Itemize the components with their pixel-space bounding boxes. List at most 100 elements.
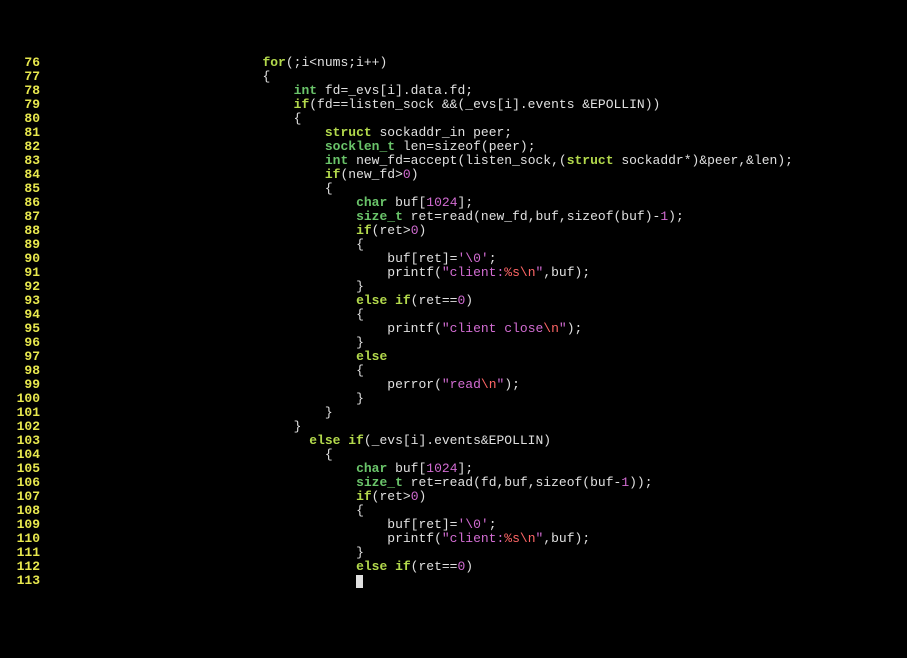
code-content[interactable]: printf("client:%s\n",buf);	[44, 532, 907, 546]
code-content[interactable]: buf[ret]='\0';	[44, 518, 907, 532]
line-number: 79	[0, 98, 44, 112]
code-content[interactable]: perror("read\n");	[44, 378, 907, 392]
code-line[interactable]: 91 printf("client:%s\n",buf);	[0, 266, 907, 280]
code-content[interactable]: struct sockaddr_in peer;	[44, 126, 907, 140]
code-content[interactable]: {	[44, 112, 907, 126]
line-number: 96	[0, 336, 44, 350]
line-number: 105	[0, 462, 44, 476]
code-content[interactable]: if(ret>0)	[44, 224, 907, 238]
code-line[interactable]: 83 int new_fd=accept(listen_sock,(struct…	[0, 154, 907, 168]
line-number: 87	[0, 210, 44, 224]
line-number: 93	[0, 294, 44, 308]
code-content[interactable]: if(new_fd>0)	[44, 168, 907, 182]
code-line[interactable]: 86 char buf[1024];	[0, 196, 907, 210]
code-content[interactable]: socklen_t len=sizeof(peer);	[44, 140, 907, 154]
code-content[interactable]: else if(_evs[i].events&EPOLLIN)	[44, 434, 907, 448]
code-line[interactable]: 110 printf("client:%s\n",buf);	[0, 532, 907, 546]
code-line[interactable]: 79 if(fd==listen_sock &&(_evs[i].events …	[0, 98, 907, 112]
line-number: 78	[0, 84, 44, 98]
code-content[interactable]: char buf[1024];	[44, 462, 907, 476]
code-content[interactable]: buf[ret]='\0';	[44, 252, 907, 266]
code-editor[interactable]: 76 for(;i<nums;i++)77 {78 int fd=_evs[i]…	[0, 56, 907, 588]
code-content[interactable]: }	[44, 406, 907, 420]
code-content[interactable]: printf("client:%s\n",buf);	[44, 266, 907, 280]
code-content[interactable]: }	[44, 336, 907, 350]
code-line[interactable]: 105 char buf[1024];	[0, 462, 907, 476]
line-number: 84	[0, 168, 44, 182]
code-line[interactable]: 112 else if(ret==0)	[0, 560, 907, 574]
code-content[interactable]: }	[44, 280, 907, 294]
code-line[interactable]: 89 {	[0, 238, 907, 252]
code-line[interactable]: 101 }	[0, 406, 907, 420]
line-number: 90	[0, 252, 44, 266]
code-line[interactable]: 107 if(ret>0)	[0, 490, 907, 504]
code-line[interactable]: 81 struct sockaddr_in peer;	[0, 126, 907, 140]
code-content[interactable]: else if(ret==0)	[44, 560, 907, 574]
line-number: 91	[0, 266, 44, 280]
code-line[interactable]: 113	[0, 574, 907, 588]
code-content[interactable]: {	[44, 182, 907, 196]
code-content[interactable]: {	[44, 238, 907, 252]
code-line[interactable]: 100 }	[0, 392, 907, 406]
code-content[interactable]: {	[44, 504, 907, 518]
code-content[interactable]: {	[44, 308, 907, 322]
line-number: 76	[0, 56, 44, 70]
code-line[interactable]: 94 {	[0, 308, 907, 322]
line-number: 81	[0, 126, 44, 140]
code-content[interactable]	[44, 574, 907, 588]
line-number: 99	[0, 378, 44, 392]
code-line[interactable]: 102 }	[0, 420, 907, 434]
line-number: 85	[0, 182, 44, 196]
code-content[interactable]: {	[44, 448, 907, 462]
cursor	[356, 575, 363, 588]
code-line[interactable]: 84 if(new_fd>0)	[0, 168, 907, 182]
code-line[interactable]: 90 buf[ret]='\0';	[0, 252, 907, 266]
code-content[interactable]: char buf[1024];	[44, 196, 907, 210]
line-number: 106	[0, 476, 44, 490]
code-line[interactable]: 106 size_t ret=read(fd,buf,sizeof(buf-1)…	[0, 476, 907, 490]
code-line[interactable]: 99 perror("read\n");	[0, 378, 907, 392]
code-line[interactable]: 104 {	[0, 448, 907, 462]
code-line[interactable]: 96 }	[0, 336, 907, 350]
code-line[interactable]: 95 printf("client close\n");	[0, 322, 907, 336]
code-line[interactable]: 88 if(ret>0)	[0, 224, 907, 238]
code-content[interactable]: size_t ret=read(fd,buf,sizeof(buf-1));	[44, 476, 907, 490]
code-line[interactable]: 82 socklen_t len=sizeof(peer);	[0, 140, 907, 154]
line-number: 104	[0, 448, 44, 462]
line-number: 112	[0, 560, 44, 574]
code-content[interactable]: if(fd==listen_sock &&(_evs[i].events &EP…	[44, 98, 907, 112]
code-content[interactable]: else if(ret==0)	[44, 294, 907, 308]
code-content[interactable]: }	[44, 546, 907, 560]
code-line[interactable]: 93 else if(ret==0)	[0, 294, 907, 308]
line-number: 110	[0, 532, 44, 546]
code-content[interactable]: {	[44, 364, 907, 378]
line-number: 113	[0, 574, 44, 588]
code-content[interactable]: {	[44, 70, 907, 84]
code-line[interactable]: 85 {	[0, 182, 907, 196]
code-line[interactable]: 80 {	[0, 112, 907, 126]
code-content[interactable]: size_t ret=read(new_fd,buf,sizeof(buf)-1…	[44, 210, 907, 224]
line-number: 95	[0, 322, 44, 336]
code-line[interactable]: 111 }	[0, 546, 907, 560]
code-content[interactable]: int fd=_evs[i].data.fd;	[44, 84, 907, 98]
code-content[interactable]: printf("client close\n");	[44, 322, 907, 336]
line-number: 92	[0, 280, 44, 294]
code-content[interactable]: if(ret>0)	[44, 490, 907, 504]
code-line[interactable]: 108 {	[0, 504, 907, 518]
line-number: 94	[0, 308, 44, 322]
code-content[interactable]: }	[44, 420, 907, 434]
code-content[interactable]: }	[44, 392, 907, 406]
code-line[interactable]: 103 else if(_evs[i].events&EPOLLIN)	[0, 434, 907, 448]
code-content[interactable]: int new_fd=accept(listen_sock,(struct so…	[44, 154, 907, 168]
code-line[interactable]: 98 {	[0, 364, 907, 378]
code-line[interactable]: 77 {	[0, 70, 907, 84]
code-line[interactable]: 87 size_t ret=read(new_fd,buf,sizeof(buf…	[0, 210, 907, 224]
code-line[interactable]: 92 }	[0, 280, 907, 294]
line-number: 83	[0, 154, 44, 168]
code-line[interactable]: 109 buf[ret]='\0';	[0, 518, 907, 532]
code-line[interactable]: 76 for(;i<nums;i++)	[0, 56, 907, 70]
code-line[interactable]: 78 int fd=_evs[i].data.fd;	[0, 84, 907, 98]
code-content[interactable]: else	[44, 350, 907, 364]
code-line[interactable]: 97 else	[0, 350, 907, 364]
code-content[interactable]: for(;i<nums;i++)	[44, 56, 907, 70]
